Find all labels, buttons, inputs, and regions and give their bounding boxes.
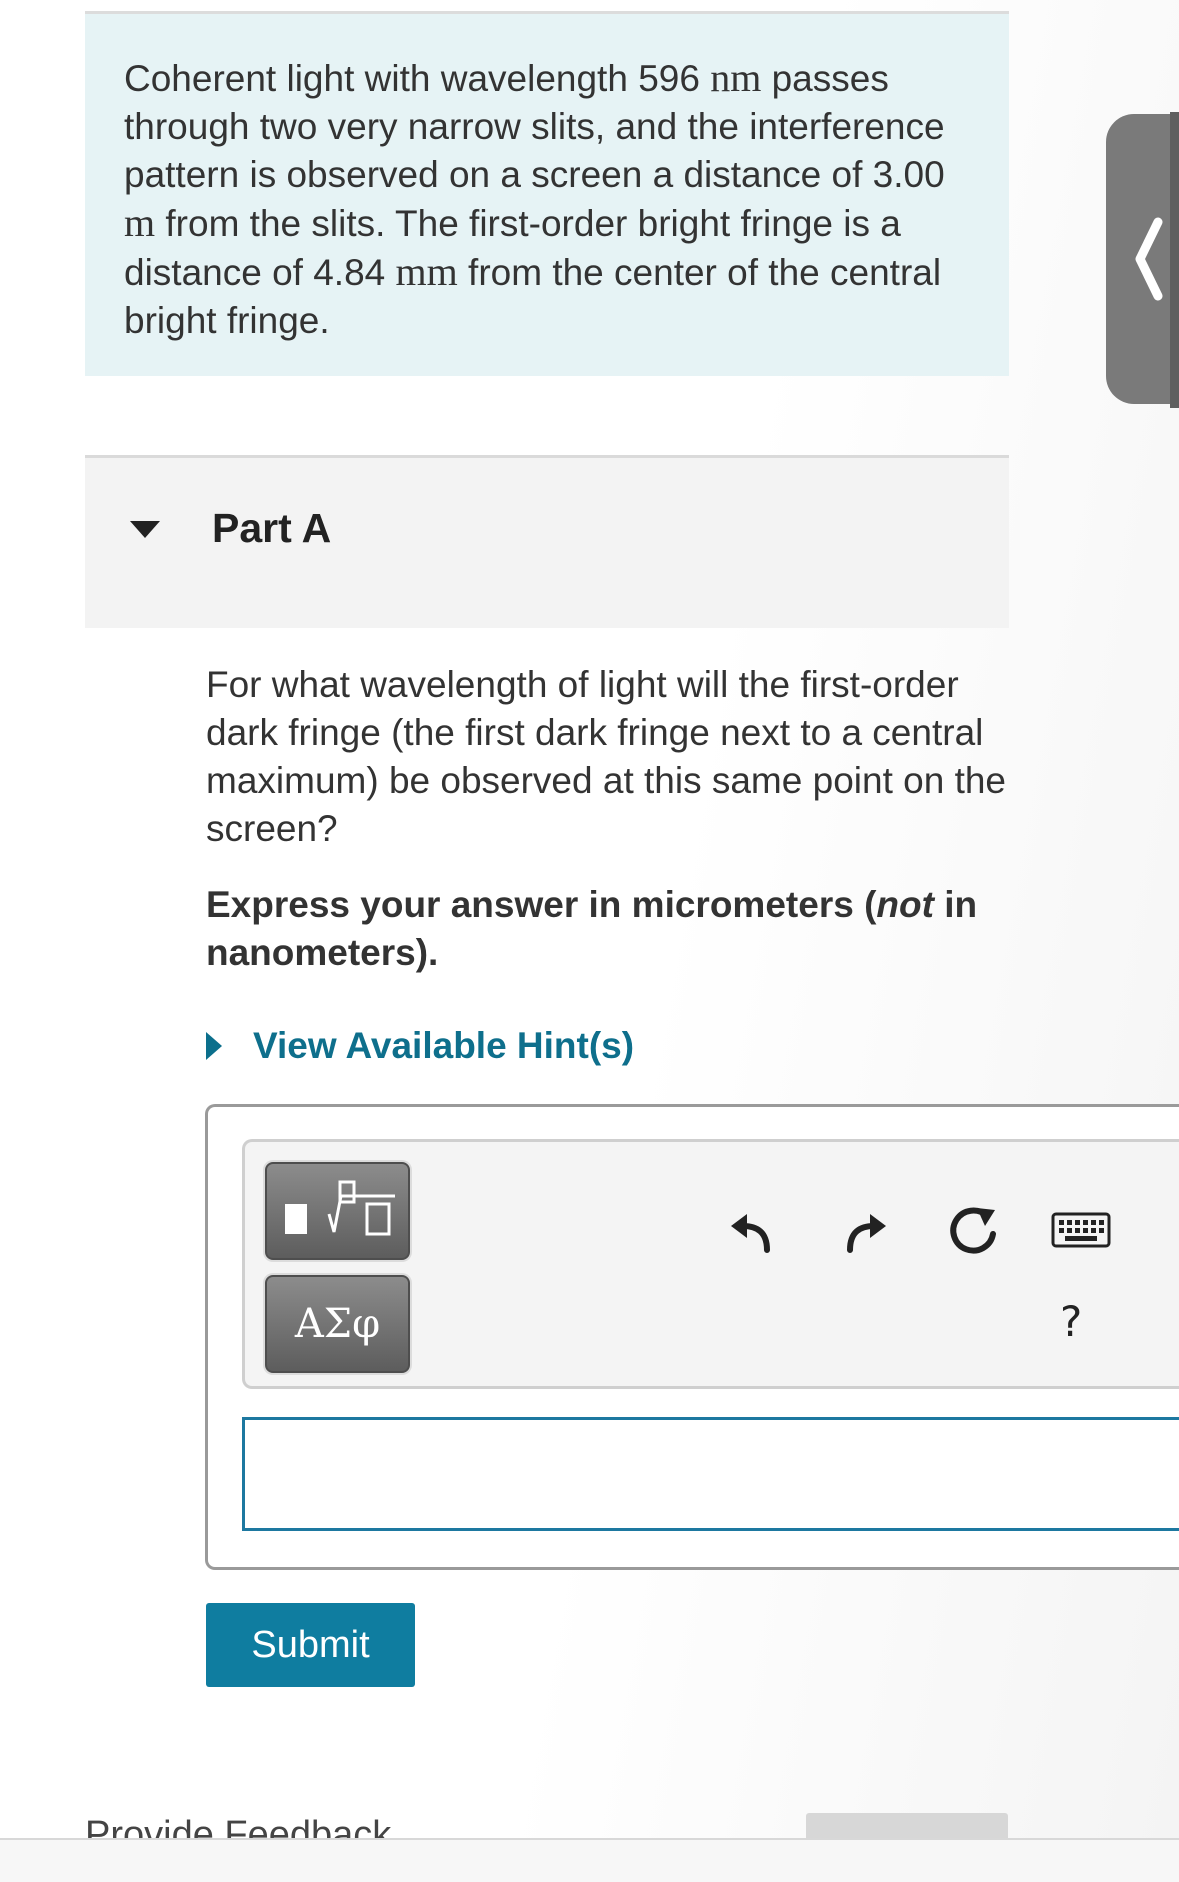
answer-panel: ΑΣφ ? xyxy=(205,1104,1179,1570)
feedback-row: Provide Feedback xyxy=(0,1810,1179,1840)
help-button[interactable]: ? xyxy=(1060,1297,1082,1346)
part-title: Part A xyxy=(212,505,332,551)
caret-right-icon xyxy=(206,1032,222,1060)
templates-icon xyxy=(285,1180,395,1236)
problem-intro-panel: Coherent light with wavelength 596 nm pa… xyxy=(85,11,1009,376)
side-tab-edge xyxy=(1170,112,1179,408)
math-toolbar: ΑΣφ ? xyxy=(242,1139,1179,1389)
redo-icon[interactable] xyxy=(840,1208,890,1258)
provide-feedback-link[interactable]: Provide Feedback xyxy=(85,1814,391,1840)
templates-button[interactable] xyxy=(265,1162,410,1260)
instruction-prefix: Express your answer in micrometers ( xyxy=(206,884,877,925)
answer-input[interactable] xyxy=(242,1417,1179,1531)
bottom-bar xyxy=(0,1840,1179,1882)
symbols-label: ΑΣφ xyxy=(294,1301,381,1347)
symbols-button[interactable]: ΑΣφ xyxy=(265,1275,410,1373)
collapse-panel-tab[interactable] xyxy=(1106,114,1179,404)
question-text: For what wavelength of light will the fi… xyxy=(206,664,1006,849)
reset-icon[interactable] xyxy=(947,1204,1003,1260)
view-hints-label: View Available Hint(s) xyxy=(253,1025,635,1066)
math-unit: nm xyxy=(710,55,762,100)
math-unit: mm xyxy=(395,249,458,294)
answer-instruction: Express your answer in micrometers (not … xyxy=(206,881,1016,977)
submit-button[interactable]: Submit xyxy=(206,1603,415,1687)
problem-statement: Coherent light with wavelength 596 nm pa… xyxy=(124,54,984,345)
caret-down-icon xyxy=(130,521,160,538)
next-button[interactable] xyxy=(806,1813,1008,1840)
instruction-emphasis: not xyxy=(876,884,934,925)
keyboard-icon[interactable] xyxy=(1051,1212,1111,1250)
problem-text-segment: Coherent light with wavelength 596 xyxy=(124,58,711,99)
part-a-header[interactable]: Part A xyxy=(85,455,1009,628)
chevron-left-icon xyxy=(1135,217,1163,301)
view-hints-link[interactable]: View Available Hint(s) xyxy=(206,1022,634,1070)
undo-icon[interactable] xyxy=(727,1208,777,1258)
math-unit: m xyxy=(124,200,156,245)
